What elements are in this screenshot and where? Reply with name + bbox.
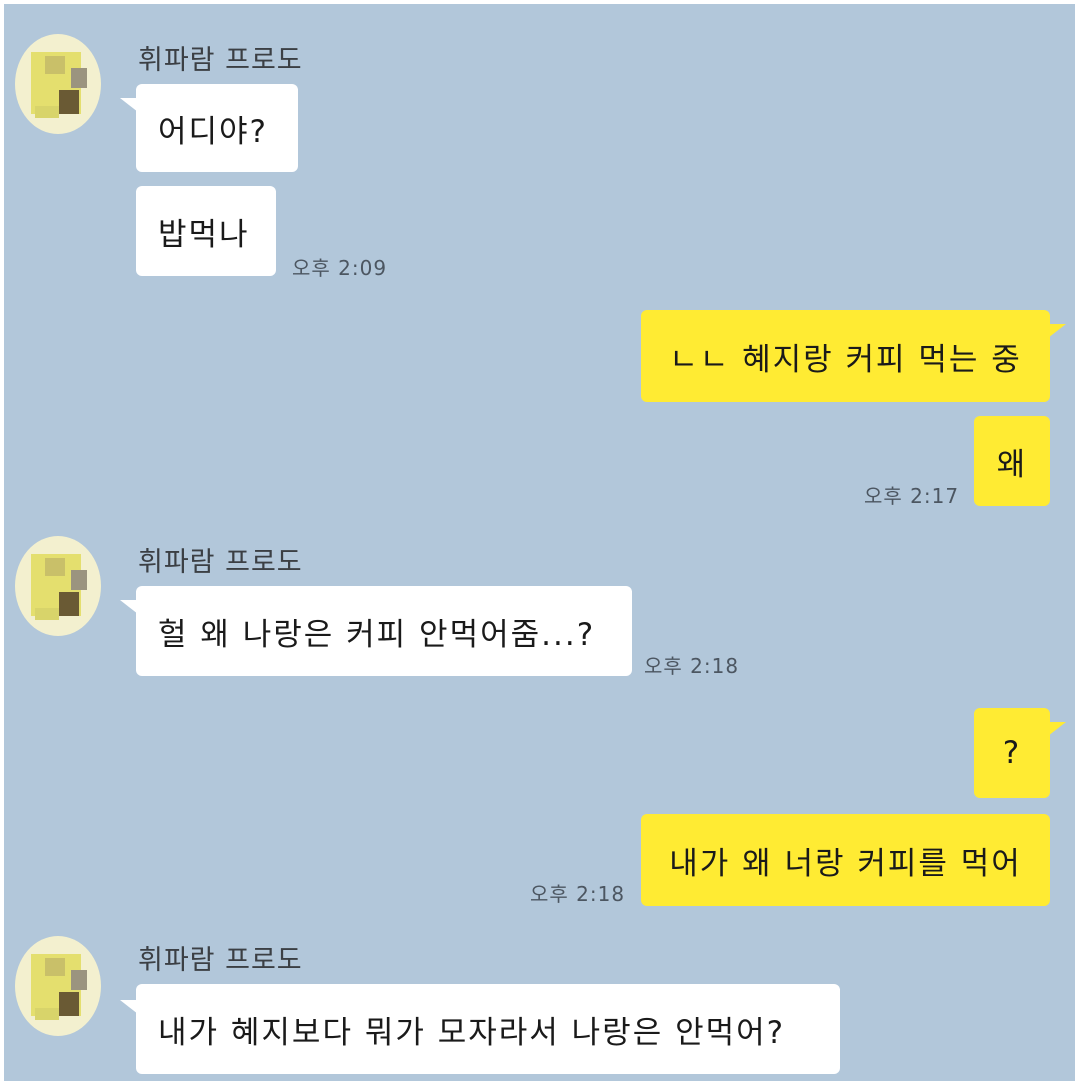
- avatar[interactable]: [15, 936, 101, 1036]
- bubble-tail: [1048, 324, 1066, 338]
- outgoing-message-bubble[interactable]: 왜: [974, 416, 1050, 506]
- bubble-tail: [1048, 722, 1066, 736]
- sender-name: 휘파람 프로도: [138, 45, 303, 76]
- outgoing-message-bubble[interactable]: 내가 왜 너랑 커피를 먹어: [641, 814, 1050, 906]
- message-timestamp: 오후 2:17: [864, 484, 960, 508]
- incoming-message-bubble[interactable]: 내가 혜지보다 뭐가 모자라서 나랑은 안먹어?: [136, 984, 840, 1074]
- incoming-message-bubble[interactable]: 헐 왜 나랑은 커피 안먹어줌...?: [136, 586, 632, 676]
- outgoing-message-bubble[interactable]: ㄴㄴ 혜지랑 커피 먹는 중: [641, 310, 1050, 402]
- avatar[interactable]: [15, 536, 101, 636]
- message-timestamp: 오후 2:18: [644, 654, 740, 678]
- message-timestamp: 오후 2:09: [292, 256, 388, 280]
- chat-window: 휘파람 프로도 어디야? 밥먹나 오후 2:09 ㄴㄴ 혜지랑 커피 먹는 중 …: [4, 4, 1075, 1081]
- outgoing-message-bubble[interactable]: ?: [974, 708, 1050, 798]
- sender-name: 휘파람 프로도: [138, 945, 303, 976]
- message-timestamp: 오후 2:18: [530, 882, 626, 906]
- avatar[interactable]: [15, 34, 101, 134]
- incoming-message-bubble[interactable]: 밥먹나: [136, 186, 276, 276]
- incoming-message-bubble[interactable]: 어디야?: [136, 84, 298, 172]
- sender-name: 휘파람 프로도: [138, 547, 303, 578]
